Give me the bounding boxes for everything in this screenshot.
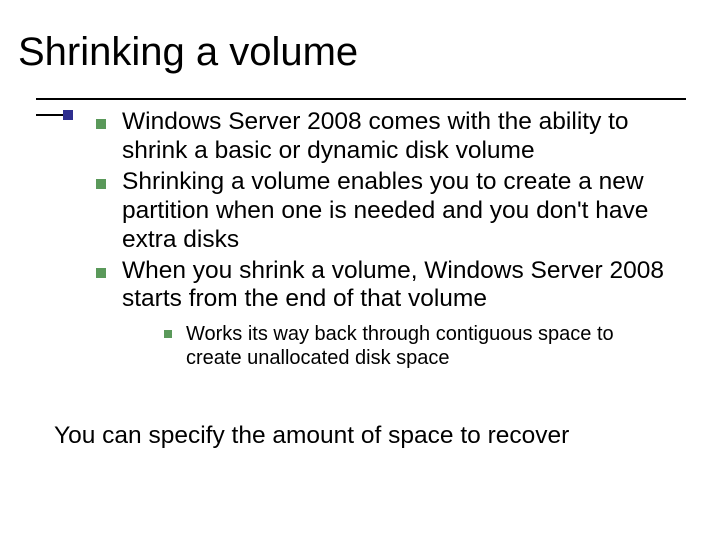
list-item: Shrinking a volume enables you to create… bbox=[88, 168, 674, 255]
sub-list-item: Works its way back through contiguous sp… bbox=[158, 322, 674, 370]
square-bullet-icon bbox=[96, 268, 106, 278]
list-item: Windows Server 2008 comes with the abili… bbox=[88, 108, 674, 166]
title-accent-square-icon bbox=[63, 110, 73, 120]
list-item-text: Windows Server 2008 comes with the abili… bbox=[122, 108, 629, 164]
list-item-text: Shrinking a volume enables you to create… bbox=[122, 168, 648, 253]
footer-text: You can specify the amount of space to r… bbox=[54, 422, 674, 451]
list-item: When you shrink a volume, Windows Server… bbox=[88, 257, 674, 315]
sub-list: Works its way back through contiguous sp… bbox=[88, 322, 674, 370]
list-item-text: When you shrink a volume, Windows Server… bbox=[122, 257, 664, 313]
square-bullet-icon bbox=[164, 330, 172, 338]
body-content: Windows Server 2008 comes with the abili… bbox=[88, 108, 674, 384]
slide: Shrinking a volume Windows Server 2008 c… bbox=[0, 0, 720, 540]
square-bullet-icon bbox=[96, 179, 106, 189]
slide-title: Shrinking a volume bbox=[18, 30, 358, 74]
title-underline bbox=[36, 98, 686, 100]
sub-list-item-text: Works its way back through contiguous sp… bbox=[186, 323, 614, 369]
square-bullet-icon bbox=[96, 119, 106, 129]
